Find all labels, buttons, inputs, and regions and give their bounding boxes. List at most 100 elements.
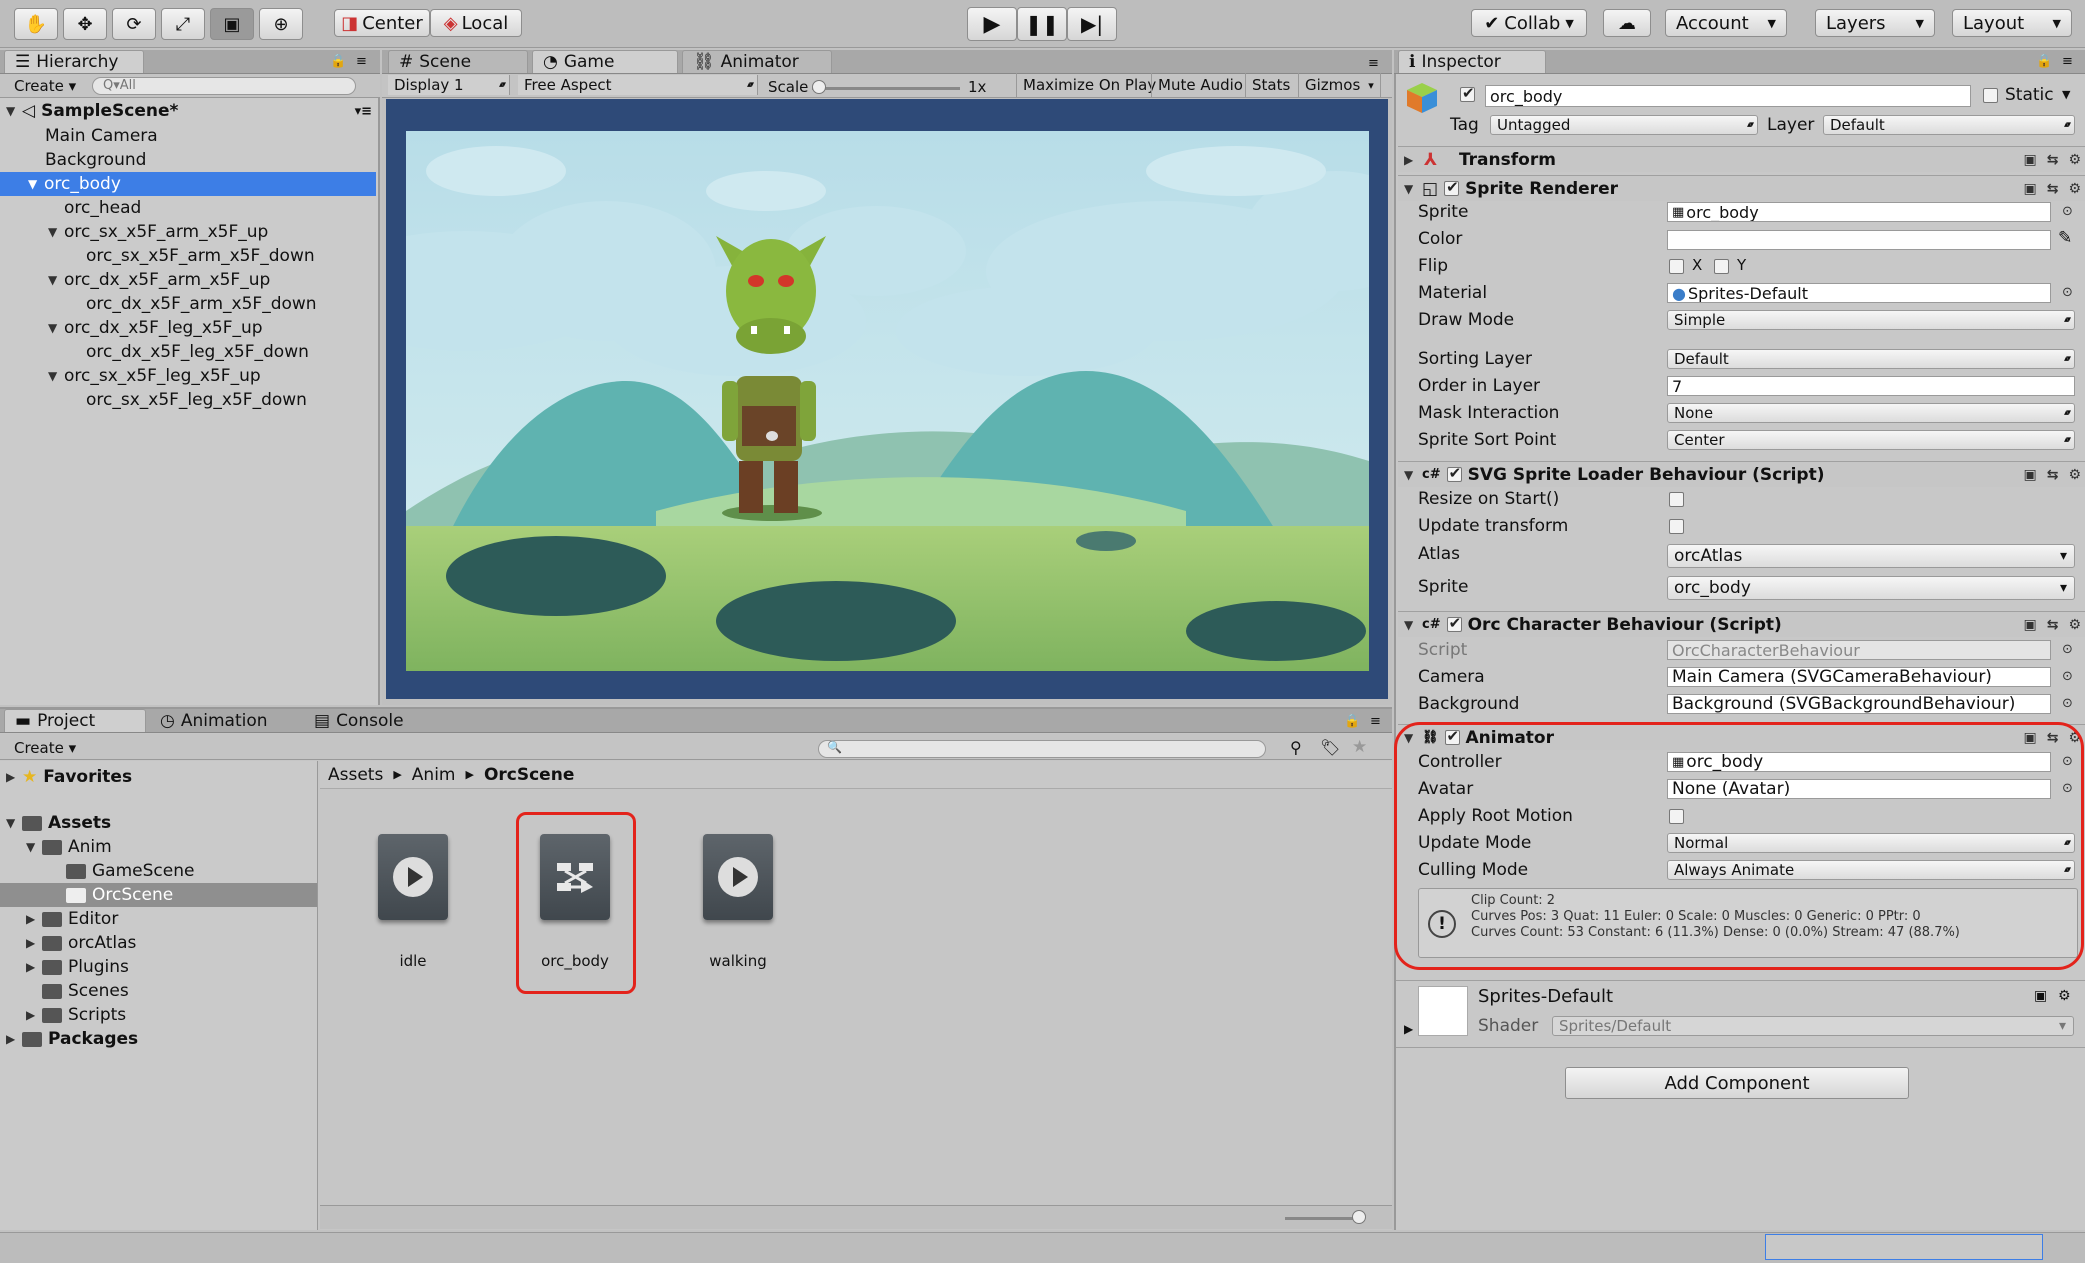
sorting-layer-dropdown[interactable]: Default (1667, 349, 2075, 369)
rect-tool-button[interactable]: ▣ (210, 8, 254, 40)
transform-component-header[interactable]: ▶ ⅄ Transform ▣ ⇆ ⚙ (1398, 146, 2085, 172)
hierarchy-create-button[interactable]: Create ▾ (8, 75, 82, 97)
maximize-on-play-toggle[interactable]: Maximize On Play (1016, 73, 1162, 97)
scene-row[interactable]: ▼ ◁ SampleScene* ▾≡ (6, 99, 376, 123)
scale-tool-button[interactable]: ⤢ (161, 8, 205, 40)
order-in-layer-field[interactable]: 7 (1667, 376, 2075, 396)
layout-dropdown[interactable]: Layout ▼ (1952, 9, 2072, 37)
hierarchy-item[interactable]: orc_dx_x5F_arm_x5F_down (86, 292, 317, 316)
transform-tool-button[interactable]: ⊕ (259, 8, 303, 40)
rotate-tool-button[interactable]: ⟳ (112, 8, 156, 40)
help-book-icon[interactable]: ▣ (2023, 181, 2036, 197)
component-enabled-checkbox[interactable] (1446, 614, 1462, 632)
draw-mode-dropdown[interactable]: Simple (1667, 310, 2075, 330)
help-book-icon[interactable]: ▣ (2023, 152, 2036, 168)
object-picker-icon[interactable]: ⊙ (2062, 285, 2073, 300)
tree-favorites[interactable]: ▶ ★ Favorites (6, 765, 132, 789)
hand-tool-button[interactable]: ✋ (14, 8, 58, 40)
preset-icon[interactable]: ⇆ (2047, 181, 2059, 197)
breadcrumb-item[interactable]: Anim (412, 765, 456, 785)
tree-anim[interactable]: ▼ Anim (26, 835, 112, 859)
static-dropdown-arrow-icon[interactable]: ▼ (2062, 88, 2070, 101)
project-create-button[interactable]: Create ▾ (8, 737, 82, 759)
aspect-dropdown[interactable]: Free Aspect (518, 75, 758, 95)
static-checkbox[interactable] (1983, 88, 1998, 103)
atlas-dropdown[interactable]: orcAtlas (1667, 544, 2075, 568)
display-dropdown[interactable]: Display 1 (388, 75, 510, 95)
sprite-renderer-header[interactable]: ▼ ◱ Sprite Renderer ▣ ⇆ ⚙ (1398, 175, 2085, 201)
help-book-icon[interactable]: ▣ (2023, 467, 2036, 483)
filter-by-type-icon[interactable]: ⚲ (1290, 738, 1302, 757)
filter-by-label-icon[interactable]: 🏷 (1320, 738, 1340, 757)
object-picker-icon[interactable]: ⊙ (2062, 204, 2073, 219)
hierarchy-item-selected[interactable]: ▼ orc_body (0, 172, 376, 196)
color-field[interactable] (1667, 230, 2051, 250)
tree-assets[interactable]: ▼ Assets (6, 811, 111, 835)
gameobject-name-field[interactable]: orc_body (1485, 85, 1971, 107)
menu-icon[interactable]: ≡ (2062, 54, 2073, 69)
hierarchy-search-input[interactable]: Q▾All (92, 77, 356, 95)
active-checkbox[interactable] (1460, 84, 1475, 102)
add-component-button[interactable]: Add Component (1565, 1067, 1909, 1099)
layer-dropdown[interactable]: Default (1823, 115, 2075, 135)
expand-arrow-icon[interactable]: ▶ (1404, 1022, 1413, 1036)
collab-dropdown[interactable]: ✔ Collab ▼ (1471, 9, 1587, 37)
shader-dropdown[interactable]: Sprites/Default (1552, 1016, 2074, 1036)
svg-loader-header[interactable]: ▼ c# SVG Sprite Loader Behaviour (Script) ▣… (1398, 461, 2085, 487)
icon-size-slider-thumb[interactable] (1352, 1210, 1366, 1224)
tag-dropdown[interactable]: Untagged (1490, 115, 1758, 135)
pivot-center-button[interactable]: ◨ Center (334, 9, 430, 37)
component-enabled-checkbox[interactable] (1446, 464, 1462, 482)
resize-on-start-checkbox[interactable] (1669, 492, 1684, 507)
tree-folder[interactable]: ▶ Plugins (26, 955, 129, 979)
hierarchy-item[interactable]: ▼ orc_dx_x5F_leg_x5F_up (48, 316, 263, 340)
camera-field[interactable]: Main Camera (SVGCameraBehaviour) (1667, 667, 2051, 687)
move-tool-button[interactable]: ✥ (63, 8, 107, 40)
game-scene-render[interactable] (406, 131, 1369, 671)
sprite-field[interactable]: ▦ orc_body (1667, 202, 2051, 222)
preset-icon[interactable]: ⇆ (2047, 152, 2059, 168)
lock-icon[interactable]: 🔒 (2036, 54, 2052, 69)
menu-icon[interactable]: ≡ (1370, 714, 1381, 729)
lock-icon[interactable]: 🔒 (1344, 714, 1360, 729)
tree-folder-selected[interactable]: OrcScene (0, 883, 317, 907)
menu-icon[interactable]: ≡ (356, 54, 367, 69)
breadcrumb-item[interactable]: OrcScene (484, 765, 574, 785)
scale-slider-thumb[interactable] (812, 80, 826, 94)
object-picker-icon[interactable]: ⊙ (2062, 696, 2073, 711)
hierarchy-item[interactable]: ▼ orc_sx_x5F_arm_x5F_up (48, 220, 268, 244)
material-field[interactable]: ● Sprites-Default (1667, 283, 2051, 303)
eyedropper-icon[interactable]: ✎ (2058, 228, 2072, 248)
tree-folder[interactable]: GameScene (66, 859, 194, 883)
layers-dropdown[interactable]: Layers ▼ (1815, 9, 1935, 37)
pivot-local-button[interactable]: ◈ Local (430, 9, 522, 37)
lock-icon[interactable]: 🔒 (330, 54, 346, 69)
step-button[interactable]: ▶| (1067, 7, 1117, 41)
tree-folder[interactable]: ▶ orcAtlas (26, 931, 136, 955)
orc-behaviour-header[interactable]: ▼ c# Orc Character Behaviour (Script) ▣ ⇆ ⚙ (1398, 611, 2085, 637)
tree-folder[interactable]: ▶ Editor (26, 907, 118, 931)
tree-folder[interactable]: ▶ Scripts (26, 1003, 126, 1027)
help-book-icon[interactable]: ▣ (2034, 988, 2047, 1004)
object-picker-icon[interactable]: ⊙ (2062, 669, 2073, 684)
component-enabled-checkbox[interactable] (1444, 178, 1460, 196)
account-dropdown[interactable]: Account ▼ (1665, 9, 1787, 37)
project-search-input[interactable]: 🔍 (818, 740, 1266, 758)
tree-packages[interactable]: ▶ Packages (6, 1027, 138, 1051)
help-book-icon[interactable]: ▣ (2023, 617, 2036, 633)
gear-icon[interactable]: ⚙ (2068, 152, 2081, 168)
hierarchy-item[interactable]: Main Camera (45, 124, 158, 148)
gear-icon[interactable]: ⚙ (2068, 467, 2081, 483)
update-transform-checkbox[interactable] (1669, 519, 1684, 534)
stats-toggle[interactable]: Stats (1245, 73, 1296, 97)
asset-walking-clip[interactable]: walking (683, 834, 793, 970)
tab-inspector[interactable]: ℹ Inspector (1398, 50, 1546, 73)
preset-icon[interactable]: ⇆ (2047, 617, 2059, 633)
icon-size-slider-track[interactable] (1285, 1217, 1361, 1220)
hierarchy-item[interactable]: orc_head (64, 196, 141, 220)
tab-hierarchy[interactable]: ☰ Hierarchy (4, 50, 144, 73)
flip-x-checkbox[interactable] (1669, 259, 1684, 274)
hierarchy-item[interactable]: ▼ orc_dx_x5F_arm_x5F_up (48, 268, 270, 292)
cloud-button[interactable]: ☁ (1603, 9, 1651, 37)
hierarchy-item[interactable]: orc_dx_x5F_leg_x5F_down (86, 340, 309, 364)
